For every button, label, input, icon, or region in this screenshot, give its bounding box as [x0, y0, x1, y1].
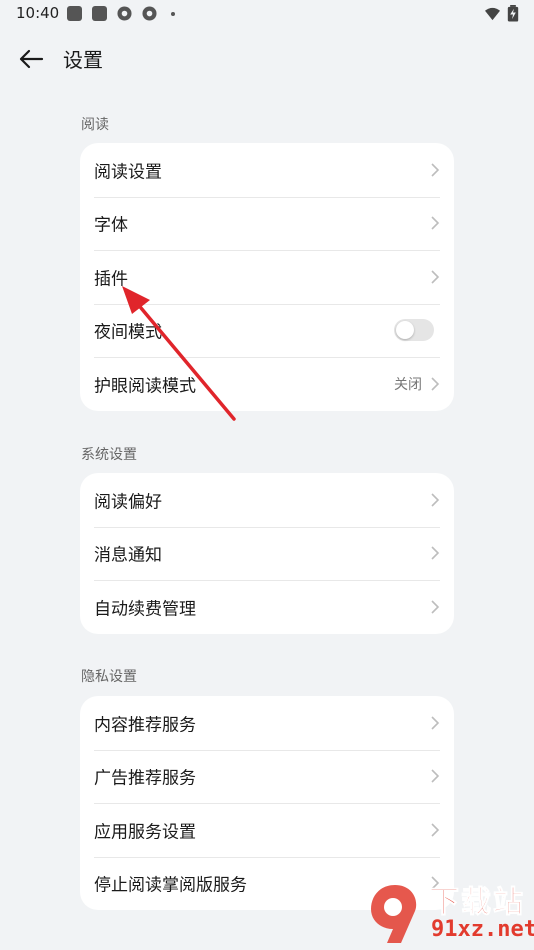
reading-settings-card: 阅读设置 字体 插件 夜间模式 护眼阅读模式 关闭 [80, 143, 454, 411]
watermark-mark-icon [371, 885, 417, 943]
chevron-right-icon [431, 377, 440, 391]
chevron-right-icon [431, 270, 440, 284]
row-label: 消息通知 [94, 545, 162, 566]
section-label-system: 系统设置 [81, 447, 137, 463]
app-bar: 设置 [0, 38, 534, 78]
row-night-mode: 夜间模式 [80, 303, 454, 358]
row-reading-preferences[interactable]: 阅读偏好 [80, 473, 454, 527]
row-label: 夜间模式 [94, 322, 162, 343]
row-label: 广告推荐服务 [94, 768, 196, 789]
row-label: 插件 [94, 269, 128, 290]
system-settings-card: 阅读偏好 消息通知 自动续费管理 [80, 473, 454, 634]
chevron-right-icon [431, 163, 440, 177]
chevron-right-icon [431, 769, 440, 783]
notification-app-icon [67, 6, 82, 21]
section-label-privacy: 隐私设置 [81, 669, 137, 685]
section-label-reading: 阅读 [81, 117, 109, 133]
battery-icon [507, 5, 519, 22]
row-label: 应用服务设置 [94, 822, 196, 843]
row-label: 字体 [94, 215, 128, 236]
row-ad-recommendation[interactable]: 广告推荐服务 [80, 749, 454, 804]
row-label: 阅读设置 [94, 162, 162, 183]
status-bar: 10:40 [0, 0, 534, 30]
row-eye-protection-mode[interactable]: 护眼阅读模式 关闭 [80, 357, 454, 411]
row-content-recommendation[interactable]: 内容推荐服务 [80, 696, 454, 750]
notification-app-icon [92, 6, 107, 21]
row-plugins[interactable]: 插件 [80, 250, 454, 304]
row-reading-settings[interactable]: 阅读设置 [80, 143, 454, 197]
watermark-logo: 下载站 91xz.net [359, 875, 534, 950]
row-label: 停止阅读掌阅版服务 [94, 875, 247, 896]
status-time: 10:40 [16, 4, 60, 22]
row-label: 护眼阅读模式 [94, 376, 196, 397]
chevron-right-icon [431, 600, 440, 614]
wifi-icon [485, 7, 500, 21]
more-notifications-dot [171, 12, 175, 16]
row-label: 内容推荐服务 [94, 715, 196, 736]
back-arrow-icon[interactable] [16, 44, 46, 74]
page-title: 设置 [63, 48, 103, 72]
chevron-right-icon [431, 216, 440, 230]
chevron-right-icon [431, 823, 440, 837]
notification-app-icon [142, 6, 157, 21]
row-value: 关闭 [394, 376, 422, 393]
watermark-text-top: 下载站 [429, 885, 525, 921]
toggle-knob [396, 321, 414, 340]
chevron-right-icon [431, 546, 440, 560]
row-auto-renew[interactable]: 自动续费管理 [80, 580, 454, 634]
row-app-service-settings[interactable]: 应用服务设置 [80, 803, 454, 857]
row-label: 阅读偏好 [94, 492, 162, 513]
chevron-right-icon [431, 493, 440, 507]
night-mode-toggle[interactable] [394, 319, 434, 342]
watermark-text-bottom: 91xz.net [431, 917, 534, 942]
notification-app-icon [117, 6, 132, 21]
row-label: 自动续费管理 [94, 599, 196, 620]
chevron-right-icon [431, 716, 440, 730]
row-font[interactable]: 字体 [80, 196, 454, 251]
settings-screen: 10:40 设置 阅读 阅读设置 字体 插件 夜间模式 护眼阅读模式 关闭 系统… [0, 0, 534, 950]
row-notifications[interactable]: 消息通知 [80, 526, 454, 581]
